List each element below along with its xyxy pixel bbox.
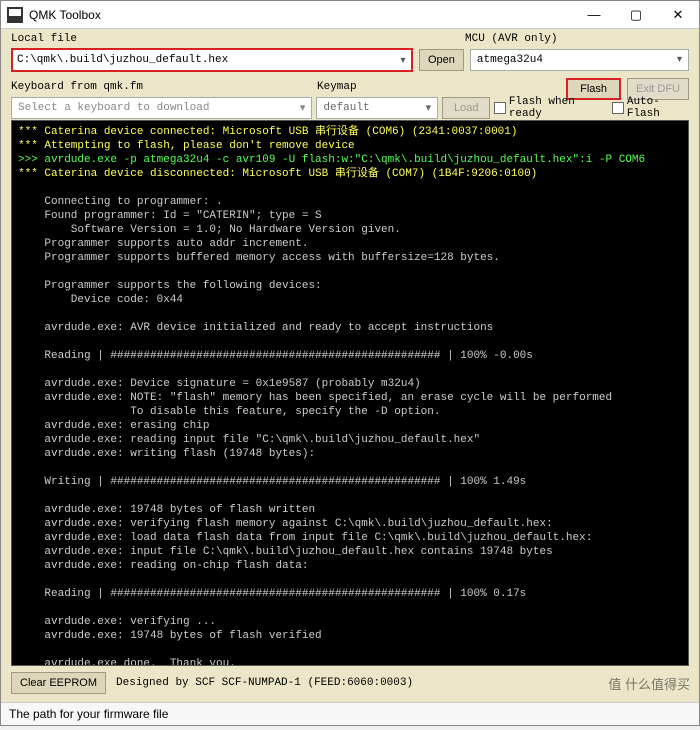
mcu-label: MCU (AVR only) (465, 33, 557, 45)
checkbox-box[interactable] (612, 102, 623, 114)
keymap-value: default (323, 102, 369, 114)
keyboard-from-label: Keyboard from qmk.fm (11, 81, 311, 93)
keyboard-placeholder: Select a keyboard to download (18, 102, 209, 114)
console-output: *** Caterina device connected: Microsoft… (11, 120, 689, 666)
window-title: QMK Toolbox (29, 8, 573, 22)
keymap-select[interactable]: default ▾ (316, 97, 438, 119)
chevron-down-icon[interactable]: ▾ (300, 101, 306, 115)
mcu-select[interactable]: atmega32u4 ▾ (470, 49, 689, 71)
checkbox-box[interactable] (494, 102, 505, 114)
statusbar: The path for your firmware file (1, 702, 699, 725)
load-button: Load (442, 97, 490, 119)
file-path-combo[interactable]: ▾ (11, 48, 413, 72)
chevron-down-icon[interactable]: ▾ (426, 101, 432, 115)
chevron-down-icon[interactable]: ▾ (677, 54, 682, 66)
watermark: 值 什么值得买 (608, 674, 690, 693)
file-path-input[interactable] (13, 54, 395, 66)
titlebar: QMK Toolbox — ▢ ✕ (1, 1, 699, 29)
keyboard-select[interactable]: Select a keyboard to download ▾ (11, 97, 312, 119)
flash-when-ready-checkbox[interactable]: Flash when ready (494, 96, 608, 120)
local-file-label: Local file (11, 33, 413, 45)
chevron-down-icon[interactable]: ▾ (395, 55, 411, 66)
app-window: QMK Toolbox — ▢ ✕ Local file MCU (AVR on… (0, 0, 700, 726)
minimize-button[interactable]: — (573, 1, 615, 29)
designed-by-label: Designed by SCF SCF-NUMPAD-1 (FEED:6060:… (116, 677, 413, 689)
statusbar-text: The path for your firmware file (9, 707, 168, 721)
maximize-button[interactable]: ▢ (615, 1, 657, 29)
keymap-label: Keymap (317, 81, 357, 93)
mcu-value: atmega32u4 (477, 54, 543, 66)
clear-eeprom-button[interactable]: Clear EEPROM (11, 672, 106, 694)
flash-when-ready-label: Flash when ready (509, 96, 609, 120)
auto-flash-checkbox[interactable]: Auto-Flash (612, 96, 689, 120)
close-button[interactable]: ✕ (657, 1, 699, 29)
app-icon (7, 7, 23, 23)
open-button[interactable]: Open (419, 49, 464, 71)
auto-flash-label: Auto-Flash (627, 96, 689, 120)
